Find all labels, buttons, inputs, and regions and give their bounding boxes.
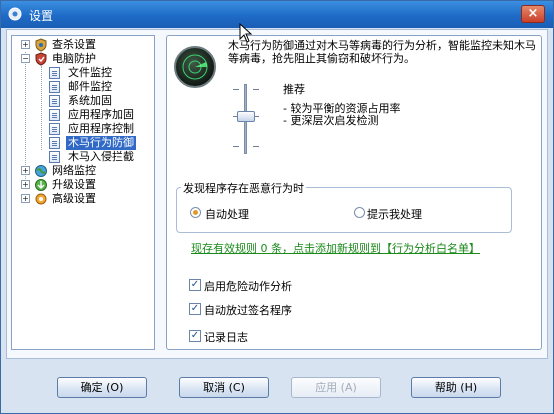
tree-item-label: 邮件监控 bbox=[68, 80, 112, 93]
scan-shield-icon bbox=[35, 38, 47, 52]
auto-allow-signed-checkbox[interactable]: ✓ bbox=[189, 303, 201, 315]
tree-connector-line bbox=[41, 66, 42, 150]
danger-action-analysis-checkbox[interactable]: ✓ bbox=[189, 279, 201, 291]
tree-item-label: 文件监控 bbox=[68, 66, 112, 79]
tree-item-label: 网络监控 bbox=[52, 164, 96, 177]
tree-item-label: 应用程序加固 bbox=[68, 108, 134, 121]
tree-item-label-selected: 木马行为防御 bbox=[66, 136, 136, 150]
tree-item-label: 升级设置 bbox=[52, 178, 96, 191]
radar-icon bbox=[174, 46, 216, 88]
apply-button[interactable]: 应用 (A) bbox=[291, 377, 381, 398]
record-log-label[interactable]: 记录日志 bbox=[204, 329, 248, 345]
help-button[interactable]: 帮助 (H) bbox=[411, 377, 501, 398]
settings-window: 设置 × + 查杀设置 − 电脑防护 文件监控 邮件监控 系统加固 应用程序加固… bbox=[0, 0, 554, 414]
cancel-button[interactable]: 取消 (C) bbox=[179, 377, 269, 398]
advanced-gear-icon bbox=[35, 193, 47, 205]
expand-toggle[interactable]: + bbox=[21, 194, 30, 203]
close-button[interactable]: × bbox=[521, 5, 545, 23]
settings-tree[interactable]: + 查杀设置 − 电脑防护 文件监控 邮件监控 系统加固 应用程序加固 应用程序… bbox=[11, 35, 155, 350]
feature-description: 木马行为防御通过对木马等病毒的行为分析，智能监控未知木马等病毒，抢先阻止其偷窃和… bbox=[228, 39, 536, 65]
document-icon bbox=[49, 123, 60, 135]
group-title: 发现程序存在恶意行为时 bbox=[181, 180, 306, 196]
tree-connector-line bbox=[25, 52, 26, 179]
settings-gear-icon bbox=[8, 7, 22, 21]
tree-item-label: 查杀设置 bbox=[52, 38, 96, 51]
mouse-cursor-icon bbox=[239, 23, 253, 43]
auto-handle-label[interactable]: 自动处理 bbox=[205, 206, 249, 222]
window-title: 设置 bbox=[29, 9, 54, 23]
tree-item-label: 系统加固 bbox=[68, 94, 112, 107]
slider-tick bbox=[233, 146, 239, 147]
collapse-toggle[interactable]: − bbox=[21, 54, 30, 63]
document-icon bbox=[49, 151, 60, 163]
slider-tick bbox=[253, 89, 259, 90]
protection-level-slider[interactable] bbox=[237, 111, 255, 122]
document-icon bbox=[49, 109, 60, 121]
behavior-whitelist-link[interactable]: 现存有效规则 0 条，点击添加新规则到【行为分析白名单】 bbox=[191, 240, 480, 256]
slider-tick bbox=[233, 89, 239, 90]
radar-sweep-icon bbox=[182, 54, 208, 80]
ok-button[interactable]: 确定 (O) bbox=[57, 377, 147, 398]
document-icon bbox=[49, 95, 60, 107]
network-globe-icon bbox=[35, 165, 47, 177]
tree-item-label: 应用程序控制 bbox=[68, 122, 134, 135]
level-detail-2: - 更深层次启发检测 bbox=[283, 114, 379, 127]
danger-action-analysis-label[interactable]: 启用危险动作分析 bbox=[204, 278, 292, 294]
protection-shield-icon bbox=[35, 52, 47, 66]
expand-toggle[interactable]: + bbox=[21, 40, 30, 49]
level-title: 推荐 bbox=[283, 83, 305, 96]
prompt-me-label[interactable]: 提示我处理 bbox=[367, 206, 422, 222]
tree-item-label: 高级设置 bbox=[52, 192, 96, 205]
tree-item-label: 木马入侵拦截 bbox=[68, 150, 134, 163]
document-icon bbox=[49, 81, 60, 93]
expand-toggle[interactable]: + bbox=[21, 180, 30, 189]
tree-item-label: 电脑防护 bbox=[52, 52, 96, 65]
document-icon bbox=[49, 137, 60, 149]
prompt-me-radio[interactable] bbox=[354, 207, 365, 218]
auto-handle-radio[interactable] bbox=[190, 207, 201, 218]
expand-toggle[interactable]: + bbox=[21, 166, 30, 175]
record-log-checkbox[interactable]: ✓ bbox=[189, 330, 201, 342]
title-bar[interactable]: 设置 × bbox=[1, 1, 553, 28]
update-globe-icon bbox=[35, 179, 47, 191]
slider-tick bbox=[253, 146, 259, 147]
auto-allow-signed-label[interactable]: 自动放过签名程序 bbox=[204, 302, 292, 318]
document-icon bbox=[49, 67, 60, 79]
